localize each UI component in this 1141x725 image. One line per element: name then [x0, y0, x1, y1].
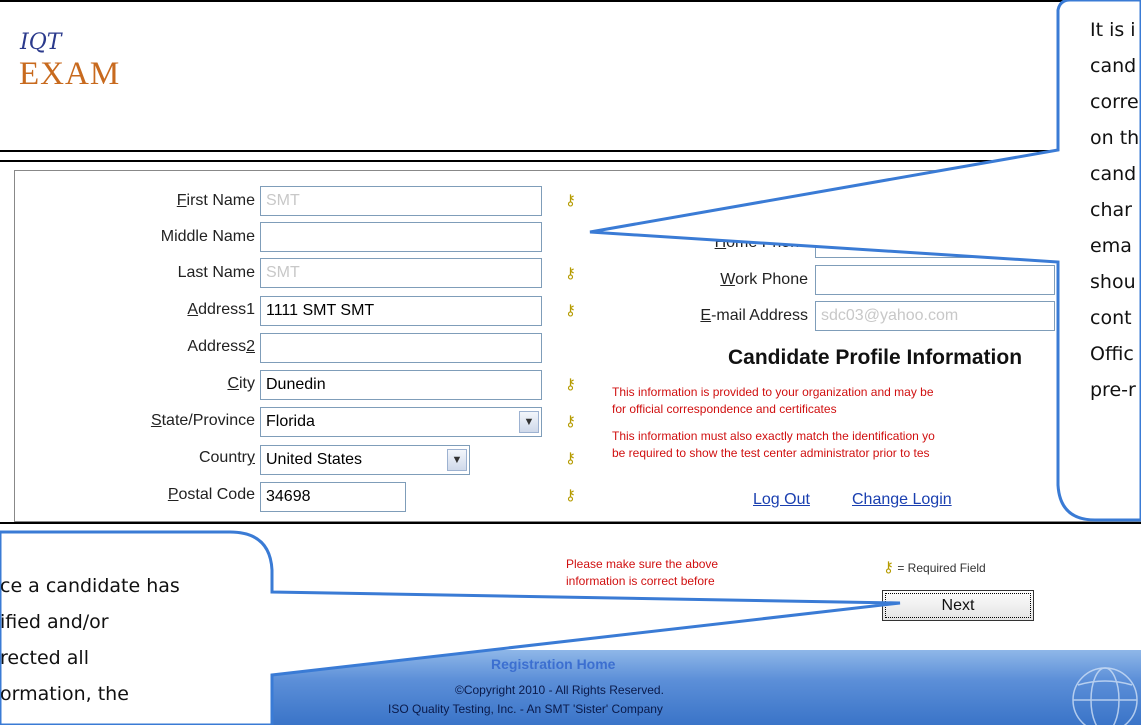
callout-left-text: ce a candidate has ified and/or rected a…: [0, 575, 180, 705]
